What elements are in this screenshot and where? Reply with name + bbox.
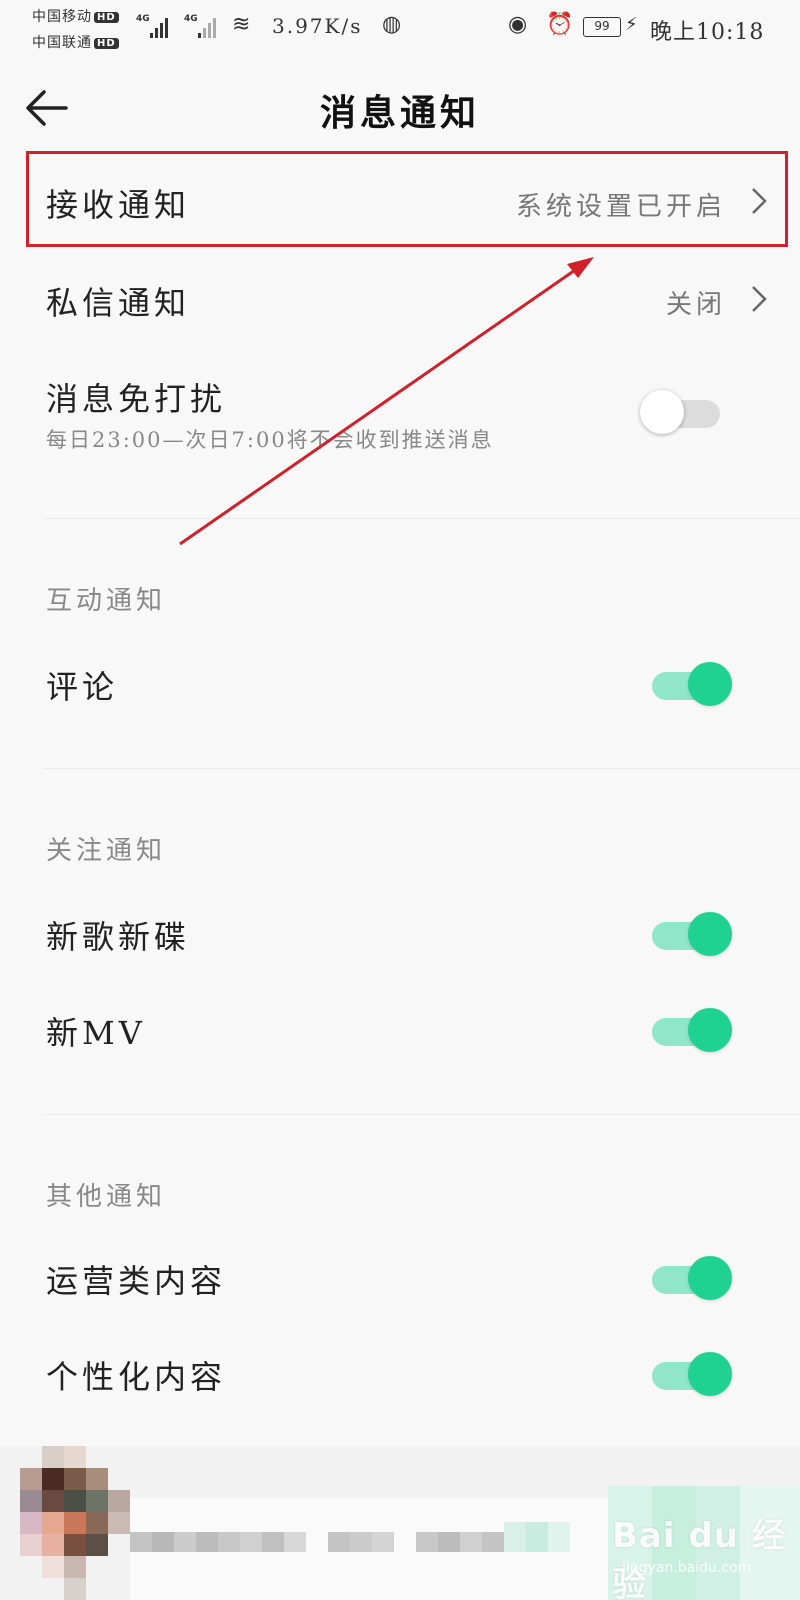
carrier-secondary: 中国联通 HD bbox=[32, 32, 119, 52]
private-message-row[interactable]: 私信通知 关闭 bbox=[0, 256, 800, 346]
personalized-content-toggle[interactable] bbox=[648, 1350, 732, 1398]
globe-icon: ◍ bbox=[382, 12, 402, 37]
eye-icon: ◉ bbox=[508, 12, 528, 37]
divider bbox=[44, 768, 800, 769]
private-message-value: 关闭 bbox=[665, 290, 726, 320]
comment-label: 评论 bbox=[46, 668, 119, 706]
network-type-label: 4G bbox=[136, 14, 150, 24]
dnd-row: 消息免打扰 每日23:00—次日7:00将不会收到推送消息 bbox=[0, 360, 800, 470]
chevron-right-icon bbox=[752, 286, 767, 312]
signal-icon bbox=[150, 16, 174, 38]
personalized-content-label: 个性化内容 bbox=[46, 1358, 227, 1396]
receive-notification-value: 系统设置已开启 bbox=[515, 192, 726, 222]
receive-notification-row[interactable]: 接收通知 系统设置已开启 bbox=[0, 156, 800, 246]
charging-icon: ⚡ bbox=[625, 14, 638, 35]
receive-notification-label: 接收通知 bbox=[46, 186, 191, 224]
divider bbox=[44, 1114, 800, 1115]
watermark-logo: Bai du 经验 bbox=[612, 1516, 787, 1600]
alarm-icon: ⏰ bbox=[546, 12, 574, 37]
section-title-follow: 关注通知 bbox=[46, 836, 167, 866]
hd-badge: HD bbox=[94, 38, 119, 49]
status-bar: 中国移动 HD 中国联通 HD 4G 4G ≋ 3.97K/s ◍ ◉ ⏰ 99 ⚡… bbox=[0, 0, 800, 56]
private-message-label: 私信通知 bbox=[46, 284, 191, 322]
hd-badge: HD bbox=[94, 12, 119, 23]
operations-content-toggle[interactable] bbox=[648, 1254, 732, 1302]
new-album-row: 新歌新碟 bbox=[0, 892, 800, 976]
wifi-icon: ≋ bbox=[232, 12, 251, 37]
network-type-label: 4G bbox=[184, 14, 198, 24]
comment-toggle[interactable] bbox=[648, 660, 732, 708]
page-title: 消息通知 bbox=[319, 92, 480, 134]
signal-icon bbox=[198, 16, 222, 38]
network-speed: 3.97K/s bbox=[272, 14, 363, 38]
section-title-interaction: 互动通知 bbox=[46, 586, 167, 616]
battery-level: 99 bbox=[594, 19, 610, 33]
new-mv-toggle[interactable] bbox=[648, 1006, 732, 1054]
battery-icon: 99 bbox=[583, 17, 621, 37]
clock: 晚上10:18 bbox=[650, 20, 765, 45]
new-mv-row: 新MV bbox=[0, 988, 800, 1072]
divider bbox=[44, 518, 800, 519]
dnd-description: 每日23:00—次日7:00将不会收到推送消息 bbox=[46, 428, 494, 452]
watermark-url: jingyan.baidu.com bbox=[622, 1560, 752, 1576]
chevron-right-icon bbox=[752, 188, 767, 214]
dnd-toggle[interactable] bbox=[640, 388, 724, 436]
new-album-label: 新歌新碟 bbox=[46, 918, 191, 956]
personalized-content-row: 个性化内容 bbox=[0, 1332, 800, 1416]
carrier-primary: 中国移动 HD bbox=[32, 6, 119, 26]
new-mv-label: 新MV bbox=[46, 1014, 146, 1052]
operations-content-label: 运营类内容 bbox=[46, 1262, 227, 1300]
dnd-label: 消息免打扰 bbox=[46, 380, 227, 418]
app-header: 消息通知 bbox=[0, 60, 800, 156]
new-album-toggle[interactable] bbox=[648, 910, 732, 958]
section-title-other: 其他通知 bbox=[46, 1182, 167, 1212]
comment-row: 评论 bbox=[0, 642, 800, 726]
operations-content-row: 运营类内容 bbox=[0, 1236, 800, 1320]
